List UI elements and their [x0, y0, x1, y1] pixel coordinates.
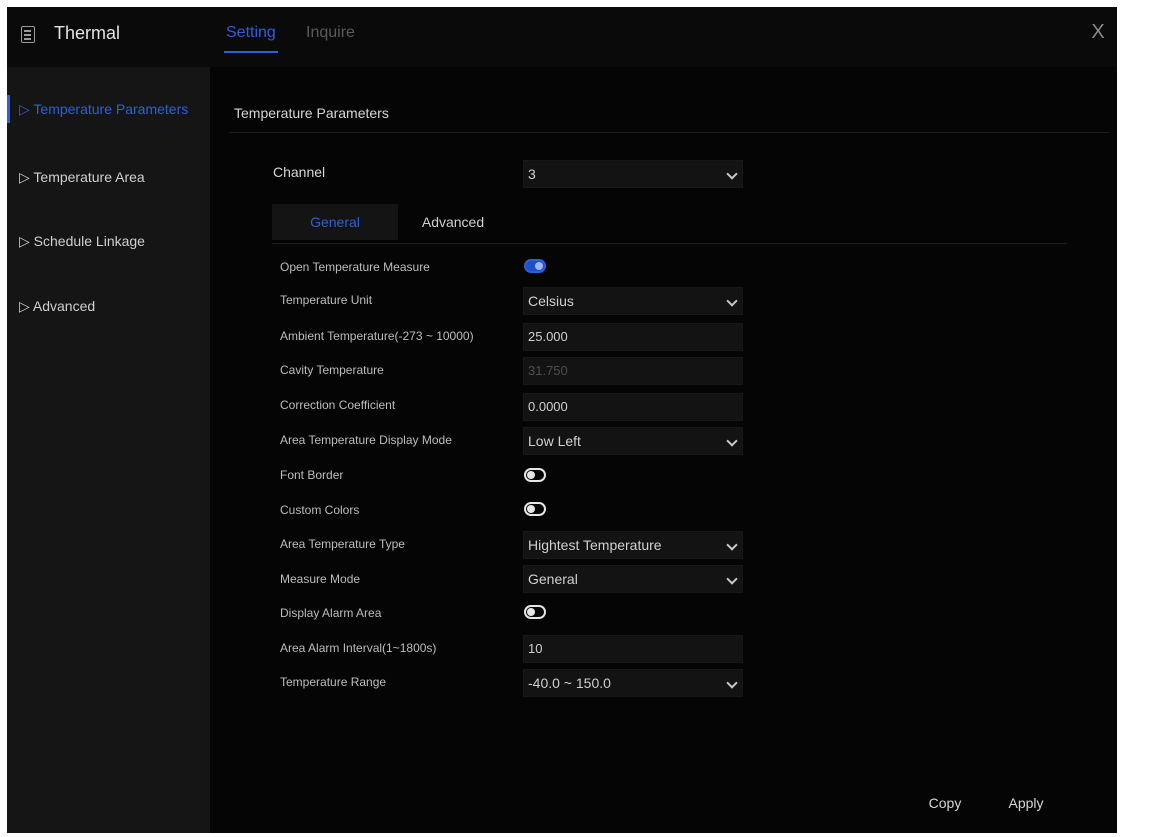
temperature-unit-select[interactable]: Celsius — [523, 287, 743, 315]
temperature-range-value: -40.0 ~ 150.0 — [528, 675, 611, 691]
area-temperature-type-value: Hightest Temperature — [528, 537, 662, 553]
display-alarm-area-label: Display Alarm Area — [280, 606, 382, 620]
divider — [229, 132, 1109, 133]
area-alarm-interval-input[interactable]: 10 — [523, 635, 743, 663]
area-display-mode-value: Low Left — [528, 433, 581, 449]
temperature-range-label: Temperature Range — [280, 675, 387, 689]
close-icon[interactable]: X — [1087, 21, 1109, 43]
area-temperature-type-select[interactable]: Hightest Temperature — [523, 531, 743, 559]
document-icon — [21, 26, 35, 43]
top-bar: Thermal Setting Inquire X — [7, 7, 1117, 67]
thermal-window: Thermal Setting Inquire X ▷ Temperature … — [7, 7, 1117, 833]
channel-value: 3 — [528, 166, 536, 182]
correction-coefficient-input[interactable]: 0.0000 — [523, 393, 743, 421]
channel-select[interactable]: 3 — [523, 160, 743, 188]
open-temperature-measure-toggle[interactable] — [524, 259, 546, 273]
font-border-label: Font Border — [280, 468, 344, 482]
measure-mode-label: Measure Mode — [280, 572, 361, 586]
measure-mode-value: General — [528, 571, 578, 587]
tab-setting[interactable]: Setting — [224, 24, 278, 53]
apply-button[interactable]: Apply — [996, 789, 1056, 817]
chevron-down-icon — [726, 295, 738, 307]
chevron-down-icon — [726, 539, 738, 551]
area-display-mode-select[interactable]: Low Left — [523, 427, 743, 455]
cavity-temperature-label: Cavity Temperature — [280, 363, 384, 377]
measure-mode-select[interactable]: General — [523, 565, 743, 593]
copy-button[interactable]: Copy — [915, 789, 975, 817]
display-alarm-area-toggle[interactable] — [524, 605, 546, 619]
area-alarm-interval-label: Area Alarm Interval(1~1800s) — [280, 641, 437, 655]
correction-coefficient-label: Correction Coefficient — [280, 398, 396, 412]
area-temperature-type-label: Area Temperature Type — [280, 537, 405, 551]
sub-tabs: General Advanced — [272, 204, 1067, 244]
cavity-temperature-input: 31.750 — [523, 357, 743, 385]
chevron-down-icon — [726, 573, 738, 585]
custom-colors-toggle[interactable] — [524, 502, 546, 516]
temperature-unit-value: Celsius — [528, 293, 574, 309]
temperature-unit-label: Temperature Unit — [280, 293, 373, 307]
tab-inquire[interactable]: Inquire — [306, 24, 355, 42]
temperature-range-select[interactable]: -40.0 ~ 150.0 — [523, 669, 743, 697]
sidebar-item-temperature-parameters[interactable]: ▷ Temperature Parameters — [7, 91, 210, 127]
section-title: Temperature Parameters — [234, 105, 389, 121]
sidebar-item-schedule-linkage[interactable]: ▷ Schedule Linkage — [7, 223, 210, 259]
ambient-temperature-label: Ambient Temperature(-273 ~ 10000) — [280, 329, 474, 343]
ambient-temperature-input[interactable]: 25.000 — [523, 323, 743, 351]
font-border-toggle[interactable] — [524, 468, 546, 482]
custom-colors-label: Custom Colors — [280, 503, 360, 517]
chevron-down-icon — [726, 677, 738, 689]
sidebar-item-temperature-area[interactable]: ▷ Temperature Area — [7, 159, 210, 195]
tab-advanced[interactable]: Advanced — [398, 204, 508, 240]
chevron-down-icon — [726, 435, 738, 447]
app-title: Thermal — [54, 23, 121, 43]
divider — [272, 243, 1067, 244]
sidebar-item-advanced[interactable]: ▷ Advanced — [7, 288, 210, 324]
channel-label: Channel — [273, 164, 326, 180]
open-temperature-measure-label: Open Temperature Measure — [280, 260, 430, 274]
tab-general[interactable]: General — [272, 204, 398, 240]
area-display-mode-label: Area Temperature Display Mode — [280, 433, 452, 447]
sidebar: ▷ Temperature Parameters ▷ Temperature A… — [7, 67, 210, 833]
chevron-down-icon — [726, 168, 738, 180]
